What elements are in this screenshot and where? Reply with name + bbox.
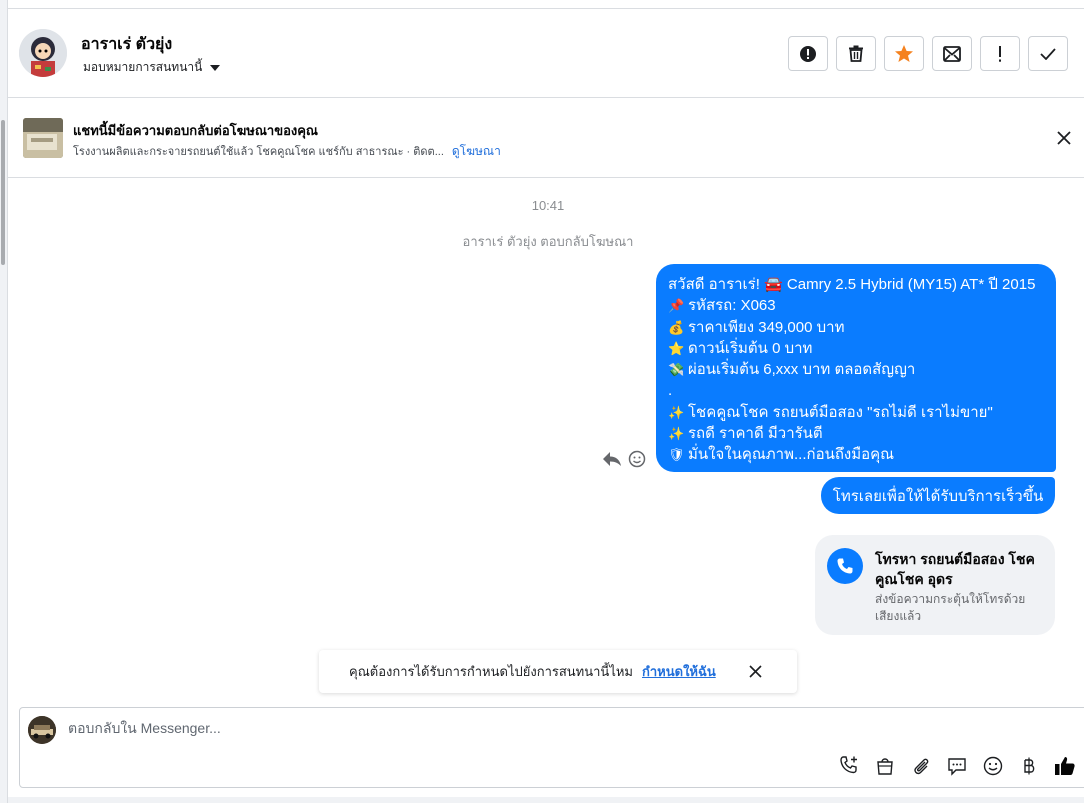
composer-toolbar — [838, 755, 1076, 777]
baht-icon[interactable] — [1018, 755, 1040, 777]
message-line: 📌 รหัสรถ: X063 — [668, 295, 1044, 316]
react-emoji-icon[interactable] — [628, 450, 646, 473]
close-banner-button[interactable] — [1054, 128, 1074, 148]
follow-up-icon — [999, 45, 1001, 62]
saved-replies-icon[interactable] — [946, 755, 968, 777]
phone-icon — [837, 558, 853, 574]
assign-prompt-text: คุณต้องการได้รับการกำหนดไปยังการสนทนานี้… — [349, 664, 633, 679]
message-line: สวัสดี อาราเร่! 🚘 Camry 2.5 Hybrid (MY15… — [668, 274, 1044, 295]
page-avatar — [28, 716, 56, 744]
mark-unread-button[interactable] — [932, 36, 972, 71]
call-cta-card[interactable]: โทรหา รถยนต์มือสอง โชคคูณโชค อุดร ส่งข้อ… — [815, 535, 1055, 635]
close-icon — [1057, 131, 1071, 145]
assign-label: มอบหมายการสนทนานี้ — [83, 60, 203, 74]
attachment-icon[interactable] — [910, 755, 932, 777]
contact-name: อาราเร่ ตัวยุ่ง — [81, 36, 173, 53]
emoji-icon[interactable] — [982, 755, 1004, 777]
assign-conversation-dropdown[interactable]: มอบหมายการสนทนานี้ — [83, 58, 221, 77]
conversation-header: อาราเร่ ตัวยุ่ง มอบหมายการสนทนานี้ — [8, 9, 1084, 98]
message-line-text: ผ่อนเริ่มต้น 6,xxx บาท ตลอดสัญญา — [688, 361, 916, 379]
message-line: . — [668, 380, 1044, 401]
message-line-text: มั่นใจในคุณภาพ...ก่อนถึงมือคุณ — [688, 446, 895, 464]
mark-done-button[interactable] — [1028, 36, 1068, 71]
message-line: ✨ รถดี ราคาดี มีวารันตี — [668, 423, 1044, 444]
assign-to-me-link[interactable]: กำหนดให้ฉัน — [642, 661, 716, 682]
sparkles-icon: ✨ — [668, 404, 685, 420]
outgoing-message-bubble-2[interactable]: โทรเลยเพื่อให้ได้รับบริการเร็วขึ้น — [821, 477, 1055, 514]
message-line-text: . — [668, 382, 673, 400]
message-timestamp: 10:41 — [531, 198, 565, 213]
money-wings-icon: 💸 — [668, 362, 685, 378]
assign-prompt-toast: คุณต้องการได้รับการกำหนดไปยังการสนทนานี้… — [319, 650, 797, 693]
message-line-text: ราคาเพียง 349,000 บาท — [688, 318, 845, 336]
message-line-text: โชคคูณโชค รถยนต์มือสอง "รถไม่ดี เราไม่ขา… — [688, 403, 993, 421]
shield-icon: 🛡 — [668, 447, 685, 463]
spam-icon — [800, 45, 816, 62]
trash-icon — [849, 45, 863, 62]
done-check-icon — [1040, 47, 1056, 60]
add-call-icon[interactable] — [838, 755, 860, 777]
thumbs-up-icon[interactable] — [1054, 755, 1076, 777]
star-icon — [895, 45, 913, 62]
call-card-title: โทรหา รถยนต์มือสอง โชคคูณโชค อุดร — [875, 551, 1035, 587]
ad-banner-title: แชทนี้มีข้อความตอบกลับต่อโฆษณาของคุณ — [73, 123, 318, 138]
star-emoji-icon: ⭐ — [668, 340, 685, 356]
call-card-subtitle: ส่งข้อความกระตุ้นให้โทรด้วยเสียงแล้ว — [875, 592, 1026, 623]
message-line: ✨ โชคคูณโชค รถยนต์มือสอง "รถไม่ดี เราไม่ข… — [668, 402, 1044, 423]
close-prompt-button[interactable] — [748, 664, 763, 679]
shop-bag-icon[interactable] — [874, 755, 896, 777]
close-icon — [749, 665, 762, 678]
message-line: 💰 ราคาเพียง 349,000 บาท — [668, 317, 1044, 338]
message-line-text: รหัสรถ: X063 — [688, 297, 776, 315]
reply-input[interactable] — [68, 720, 768, 736]
contact-avatar[interactable] — [19, 29, 67, 77]
ad-description: โรงงานผลิตและกระจายรถยนต์ใช้แล้ว โชคคูณโ… — [73, 146, 444, 158]
left-scroll-rail[interactable] — [0, 0, 8, 803]
header-actions — [788, 36, 1068, 71]
delete-button[interactable] — [836, 36, 876, 71]
money-bag-icon: 💰 — [668, 319, 685, 335]
message-line: 🛡 มั่นใจในคุณภาพ...ก่อนถึงมือคุณ — [668, 444, 1044, 465]
ad-banner-subtitle: โรงงานผลิตและกระจายรถยนต์ใช้แล้ว โชคคูณโ… — [73, 142, 501, 161]
reply-icon[interactable] — [602, 451, 622, 472]
message-line: 💸 ผ่อนเริ่มต้น 6,xxx บาท ตลอดสัญญา — [668, 359, 1044, 380]
message-composer — [19, 707, 1084, 788]
message-line-text: ดาวน์เริ่มต้น 0 บาท — [688, 339, 813, 357]
message-line-text: รถดี ราคาดี มีวารันตี — [688, 425, 823, 443]
caret-down-icon — [210, 64, 221, 71]
star-button[interactable] — [884, 36, 924, 71]
outgoing-message-bubble[interactable]: สวัสดี อาราเร่! 🚘 Camry 2.5 Hybrid (MY15… — [656, 264, 1056, 472]
sparkles-icon: ✨ — [668, 426, 685, 442]
mark-unread-icon — [943, 45, 961, 62]
message-line: ⭐ ดาวน์เริ่มต้น 0 บาท — [668, 338, 1044, 359]
follow-up-button[interactable] — [980, 36, 1020, 71]
phone-icon-circle — [827, 548, 863, 584]
pushpin-icon: 📌 — [668, 298, 685, 314]
message-hover-tools — [602, 450, 646, 473]
ad-thumbnail[interactable] — [23, 118, 63, 158]
ad-reply-banner: แชทนี้มีข้อความตอบกลับต่อโฆษณาของคุณ โรง… — [8, 98, 1084, 178]
mark-spam-button[interactable] — [788, 36, 828, 71]
message-line-text: สวัสดี อาราเร่! 🚘 Camry 2.5 Hybrid (MY15… — [668, 276, 1036, 293]
bottom-strip — [8, 797, 1084, 803]
view-ad-link[interactable]: ดูโฆษณา — [452, 144, 501, 158]
ad-reply-note: อาราเร่ ตัวยุ่ง ตอบกลับโฆษณา — [462, 234, 634, 249]
